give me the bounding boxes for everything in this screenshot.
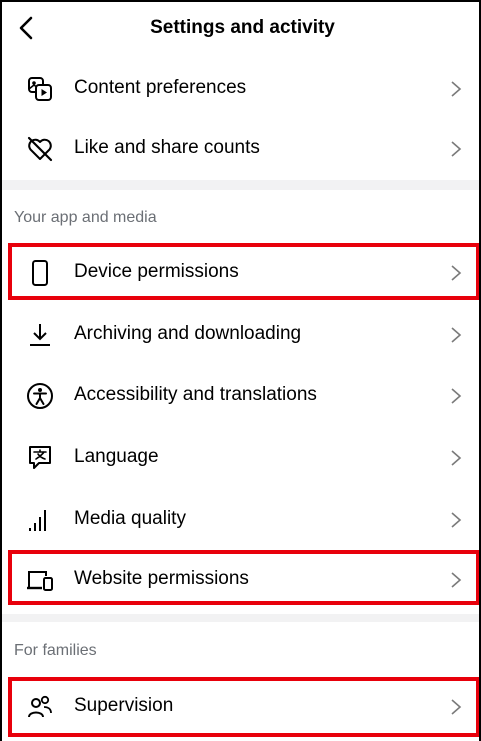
menu-item-language[interactable]: Language	[2, 428, 479, 488]
chevron-right-icon	[451, 327, 462, 343]
chevron-right-icon	[451, 450, 462, 466]
section-divider	[2, 614, 479, 622]
menu-item-label: Like and share counts	[74, 137, 260, 158]
menu-item-label: Website permissions	[74, 568, 249, 589]
menu-item-label: Archiving and downloading	[74, 323, 302, 344]
signal-bars-icon	[29, 510, 46, 531]
menu-item-label: Device permissions	[74, 261, 239, 282]
chevron-right-icon	[451, 388, 462, 404]
chevron-right-icon	[451, 699, 462, 715]
menu-item-label: Supervision	[74, 695, 174, 716]
menu-item-label: Language	[74, 446, 159, 467]
content-preferences-icon	[28, 77, 52, 101]
menu-item-archiving-downloading[interactable]: Archiving and downloading	[2, 305, 479, 365]
chevron-right-icon	[451, 141, 462, 157]
settings-screen: Settings and activity Content preference…	[0, 0, 481, 741]
menu-item-content-preferences[interactable]: Content preferences	[2, 59, 479, 119]
page-title: Settings and activity	[150, 17, 335, 38]
menu-item-label: Content preferences	[74, 77, 247, 98]
chevron-right-icon	[451, 81, 462, 97]
laptop-phone-icon	[27, 571, 53, 591]
download-icon	[30, 324, 50, 346]
header: Settings and activity	[2, 2, 479, 56]
language-icon	[29, 446, 51, 469]
menu-item-label: Media quality	[74, 508, 186, 529]
menu-item-label: Accessibility and translations	[74, 384, 317, 405]
chevron-right-icon	[451, 572, 462, 588]
section-header-families: For families	[14, 642, 97, 659]
accessibility-icon	[27, 383, 53, 409]
chevron-right-icon	[451, 265, 462, 281]
menu-item-supervision[interactable]: Supervision	[2, 677, 479, 737]
section-header-app-media: Your app and media	[14, 209, 157, 226]
section-divider	[2, 180, 479, 190]
menu-item-accessibility-translations[interactable]: Accessibility and translations	[2, 366, 479, 426]
menu-item-device-permissions[interactable]: Device permissions	[2, 243, 479, 303]
menu-item-like-share-counts[interactable]: Like and share counts	[2, 119, 479, 179]
chevron-right-icon	[451, 512, 462, 528]
phone-icon	[32, 260, 48, 286]
people-icon	[28, 695, 52, 718]
heart-slash-icon	[27, 136, 53, 162]
menu-item-website-permissions[interactable]: Website permissions	[2, 550, 479, 610]
menu-item-media-quality[interactable]: Media quality	[2, 490, 479, 550]
